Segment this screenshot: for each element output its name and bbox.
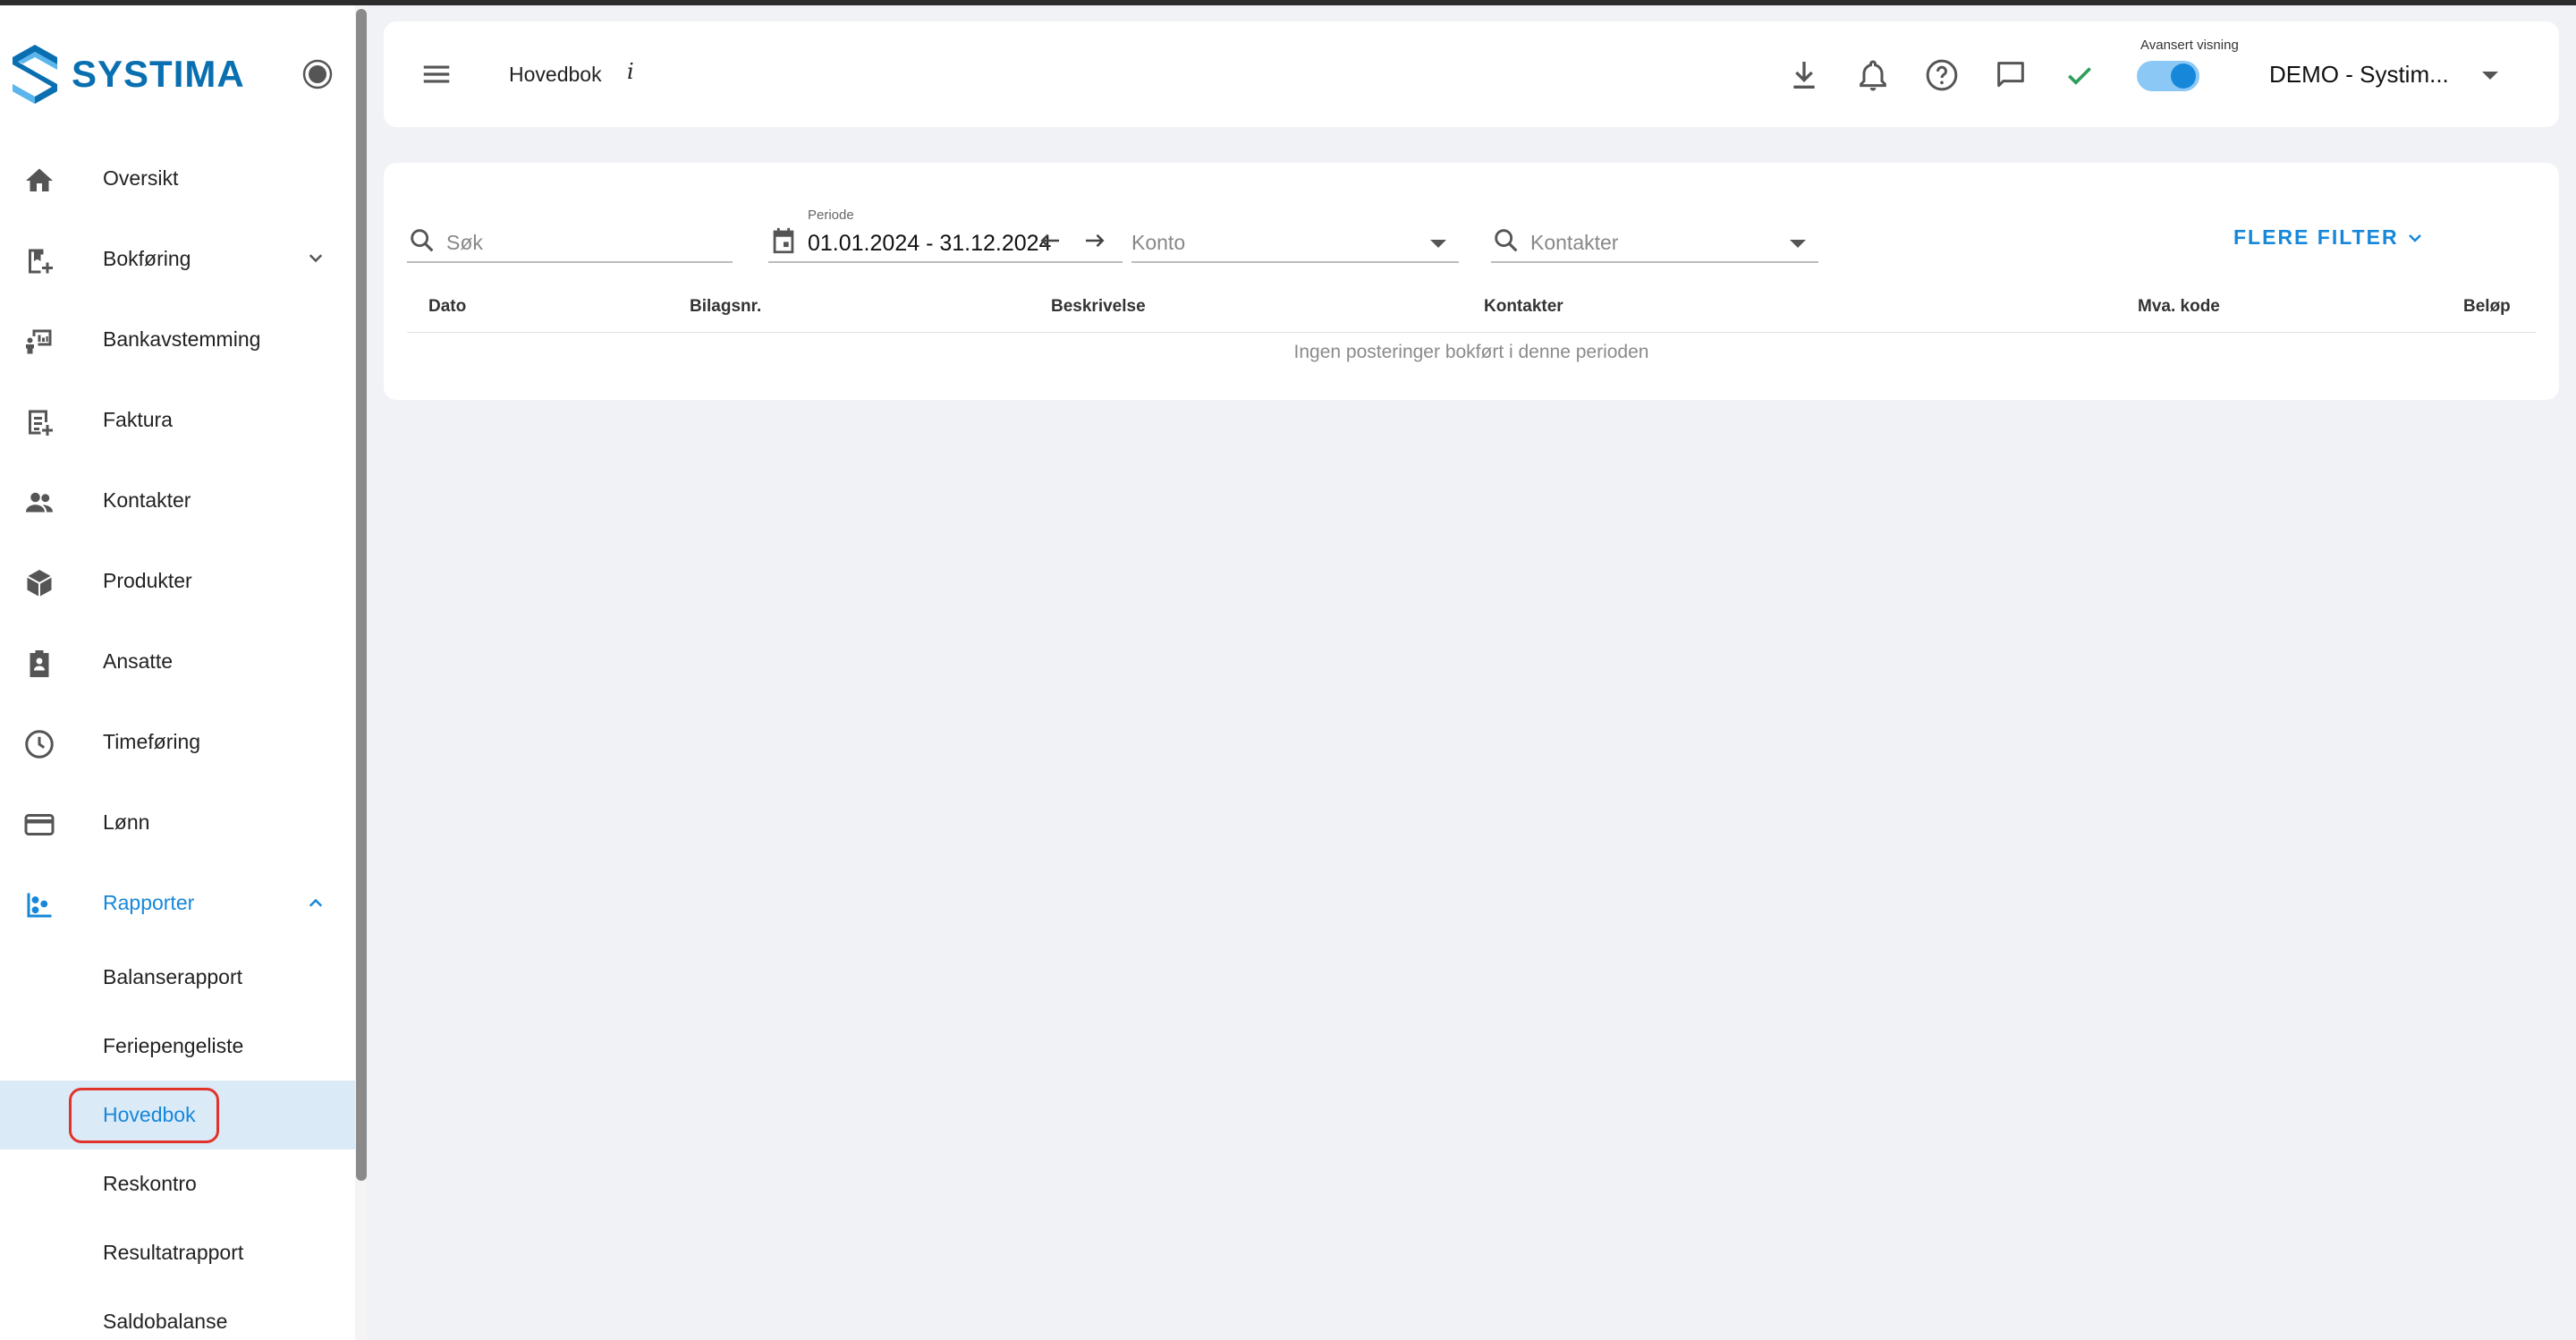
ledger-card: Søk Periode 01.01.2024 - 31.12.2024 Kont… bbox=[384, 163, 2559, 400]
sidebar-item-kontakter[interactable]: Kontakter bbox=[0, 460, 355, 540]
search-icon bbox=[411, 229, 434, 252]
sidebar-subitem-saldobalanse[interactable]: Saldobalanse bbox=[0, 1287, 355, 1340]
main-nav: Oversikt Bokføring Bankavstemming Faktur… bbox=[0, 138, 355, 1340]
checkmark-icon[interactable] bbox=[2062, 57, 2097, 93]
column-header-amount[interactable]: Beløp bbox=[2463, 297, 2511, 317]
chevron-up-icon[interactable] bbox=[302, 889, 329, 916]
sidebar-item-ansatte[interactable]: Ansatte bbox=[0, 621, 355, 701]
column-header-contacts[interactable]: Kontakter bbox=[1484, 297, 1563, 317]
help-icon[interactable] bbox=[1924, 57, 1960, 93]
reports-icon bbox=[27, 893, 52, 918]
sidebar-item-label: Kontakter bbox=[103, 488, 191, 512]
caret-down-icon[interactable] bbox=[2482, 72, 2498, 80]
chat-icon[interactable] bbox=[1993, 57, 2029, 93]
more-filters-label: FLERE FILTER bbox=[2233, 225, 2399, 249]
column-header-date[interactable]: Dato bbox=[428, 297, 466, 317]
sidebar-subitem-label: Feriepengeliste bbox=[103, 1034, 244, 1057]
sidebar-item-label: Timeføring bbox=[103, 729, 201, 753]
download-icon[interactable] bbox=[1786, 57, 1822, 93]
period-label: Periode bbox=[808, 208, 854, 223]
page-title: Hovedbok bbox=[509, 63, 602, 86]
search-field[interactable]: Søk bbox=[407, 213, 733, 263]
box-icon bbox=[27, 570, 52, 597]
sidebar-subitem-label: Resultatrapport bbox=[103, 1241, 244, 1264]
company-selector[interactable]: DEMO - Systim... bbox=[2269, 61, 2449, 89]
info-icon[interactable]: i bbox=[627, 59, 634, 84]
caret-down-icon[interactable] bbox=[1790, 240, 1806, 248]
bell-icon[interactable] bbox=[1855, 57, 1891, 93]
sidebar-item-bokforing[interactable]: Bokføring bbox=[0, 218, 355, 299]
search-input[interactable]: Søk bbox=[446, 231, 483, 255]
menu-icon[interactable] bbox=[419, 57, 453, 91]
sidebar-item-bankavstemming[interactable]: Bankavstemming bbox=[0, 299, 355, 379]
empty-table-message: Ingen posteringer bokført i denne period… bbox=[1293, 342, 1649, 362]
search-icon bbox=[1495, 229, 1518, 252]
period-field[interactable]: Periode 01.01.2024 - 31.12.2024 bbox=[768, 208, 1123, 263]
sidebar-item-faktura[interactable]: Faktura bbox=[0, 379, 355, 460]
contacts-select[interactable]: Kontakter bbox=[1491, 213, 1818, 263]
more-filters-button[interactable]: FLERE FILTER bbox=[2233, 225, 2426, 250]
sidebar-item-label: Lønn bbox=[103, 810, 150, 834]
account-select[interactable]: Konto bbox=[1131, 213, 1459, 263]
bookmark-add-icon bbox=[29, 249, 53, 274]
sidebar: SYSTIMA Oversikt Bokføring Bankavstemmin… bbox=[0, 5, 355, 1340]
sidebar-subitem-hovedbok[interactable]: Hovedbok bbox=[0, 1081, 355, 1149]
sidebar-item-timeforing[interactable]: Timeføring bbox=[0, 701, 355, 782]
chevron-down-icon[interactable] bbox=[302, 245, 329, 272]
sidebar-item-lonn[interactable]: Lønn bbox=[0, 782, 355, 862]
brand[interactable]: SYSTIMA bbox=[11, 43, 245, 106]
home-icon bbox=[26, 168, 53, 191]
arrow-right-icon[interactable] bbox=[1081, 225, 1108, 256]
sidebar-subitem-reskontro[interactable]: Reskontro bbox=[0, 1149, 355, 1218]
sidebar-subitem-balanserapport[interactable]: Balanserapport bbox=[0, 943, 355, 1012]
invoice-icon bbox=[29, 410, 53, 436]
sidebar-scrollbar[interactable] bbox=[356, 5, 367, 1340]
sidebar-item-label: Bokføring bbox=[103, 246, 191, 270]
period-value[interactable]: 01.01.2024 - 31.12.2024 bbox=[808, 231, 1051, 257]
people-icon bbox=[26, 492, 53, 513]
brand-name: SYSTIMA bbox=[72, 53, 245, 95]
sidebar-subitem-feriepengeliste[interactable]: Feriepengeliste bbox=[0, 1012, 355, 1081]
advanced-view-label: Avansert visning bbox=[2140, 38, 2239, 53]
sidebar-item-label: Ansatte bbox=[103, 649, 173, 673]
column-header-voucher[interactable]: Bilagsnr. bbox=[690, 297, 761, 317]
sidebar-subitem-label: Reskontro bbox=[103, 1172, 197, 1195]
sidebar-item-label: Oversikt bbox=[103, 165, 179, 190]
rapporter-subnav: Balanserapport Feriepengeliste Hovedbok … bbox=[0, 943, 355, 1340]
chevron-down-icon bbox=[2408, 233, 2421, 242]
table-header: Dato Bilagsnr. Beskrivelse Kontakter Mva… bbox=[407, 288, 2536, 333]
advanced-view-toggle[interactable] bbox=[2137, 61, 2199, 91]
toggle-knob bbox=[2171, 64, 2196, 89]
sidebar-item-oversikt[interactable]: Oversikt bbox=[0, 138, 355, 218]
sidebar-subitem-resultatrapport[interactable]: Resultatrapport bbox=[0, 1218, 355, 1287]
sidebar-item-label: Rapporter bbox=[103, 890, 195, 914]
sidebar-item-produkter[interactable]: Produkter bbox=[0, 540, 355, 621]
window-top-strip bbox=[0, 0, 2576, 5]
calendar-icon[interactable] bbox=[768, 225, 799, 256]
account-placeholder: Konto bbox=[1131, 231, 1186, 254]
card-icon bbox=[24, 814, 55, 835]
sidebar-item-rapporter[interactable]: Rapporter bbox=[0, 862, 355, 943]
status-indicator-icon[interactable] bbox=[302, 59, 333, 89]
arrow-left-icon[interactable] bbox=[1037, 225, 1063, 256]
caret-down-icon[interactable] bbox=[1430, 240, 1446, 248]
scrollbar-thumb[interactable] bbox=[356, 9, 367, 1181]
badge-icon bbox=[30, 650, 49, 677]
column-header-description[interactable]: Beskrivelse bbox=[1051, 297, 1146, 317]
sidebar-subitem-label: Balanserapport bbox=[103, 965, 242, 988]
systima-logo-icon bbox=[13, 45, 57, 104]
page-header: Hovedbok i Avansert visning DEMO - Systi… bbox=[384, 21, 2559, 127]
contacts-placeholder: Kontakter bbox=[1530, 231, 1619, 254]
sidebar-item-label: Produkter bbox=[103, 568, 192, 592]
sidebar-subitem-label: Hovedbok bbox=[103, 1103, 196, 1126]
sidebar-item-label: Faktura bbox=[103, 407, 173, 431]
clock-icon bbox=[25, 730, 54, 759]
sidebar-item-label: Bankavstemming bbox=[103, 327, 261, 351]
sidebar-subitem-label: Saldobalanse bbox=[103, 1310, 228, 1333]
bank-reconcile-icon bbox=[26, 329, 52, 354]
column-header-vat-code[interactable]: Mva. kode bbox=[2138, 297, 2220, 317]
